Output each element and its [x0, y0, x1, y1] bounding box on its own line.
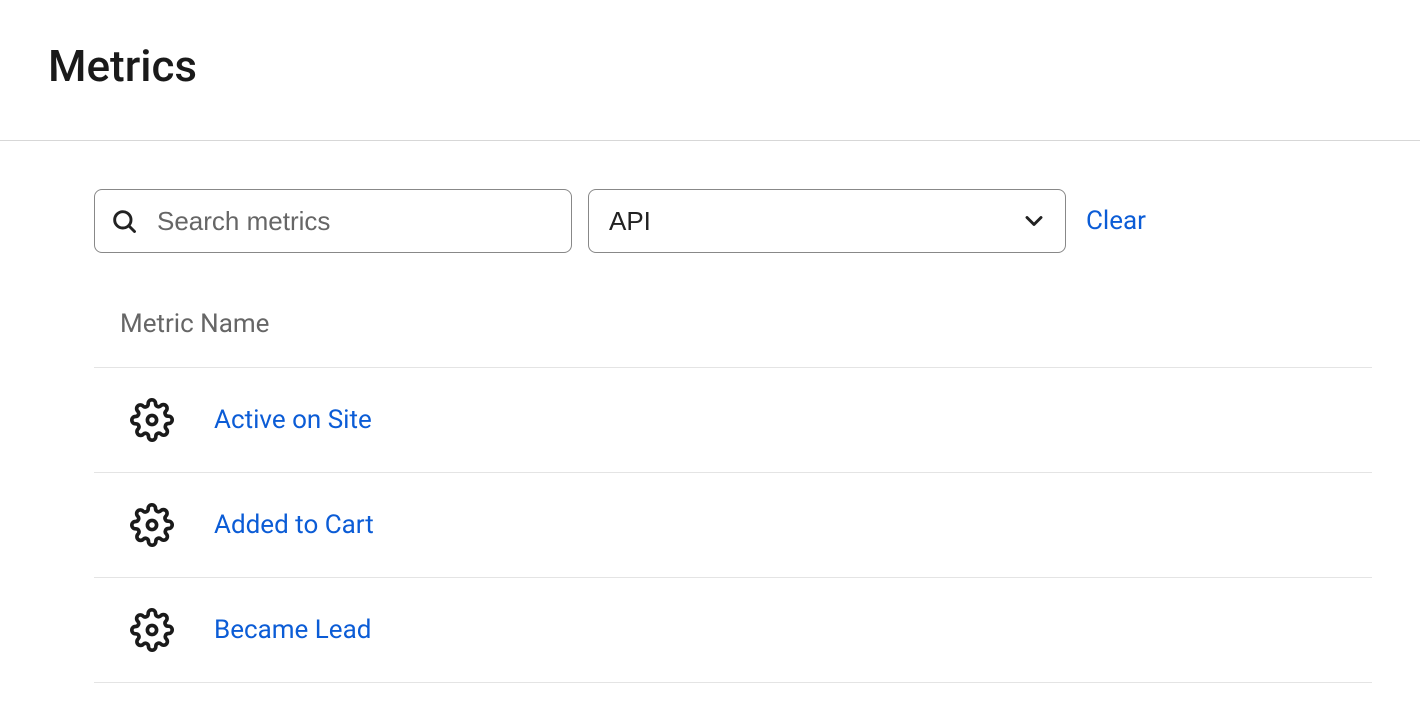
metric-link[interactable]: Active on Site: [214, 405, 372, 435]
gear-icon: [130, 608, 174, 652]
table-row: Active on Site: [94, 368, 1372, 473]
search-wrapper: [94, 189, 572, 253]
column-header-name: Metric Name: [120, 309, 269, 339]
table-row: Added to Cart: [94, 473, 1372, 578]
page-title: Metrics: [48, 40, 1372, 92]
content-area: API Clear Metric Name Active on Site: [0, 141, 1420, 683]
search-input[interactable]: [94, 189, 572, 253]
page-header: Metrics: [0, 0, 1420, 141]
clear-button[interactable]: Clear: [1086, 206, 1146, 236]
metric-link[interactable]: Became Lead: [214, 615, 371, 645]
gear-icon: [130, 398, 174, 442]
filter-select[interactable]: API: [588, 189, 1066, 253]
filter-select-wrapper: API: [588, 189, 1066, 253]
search-icon: [110, 207, 138, 235]
metric-link[interactable]: Added to Cart: [214, 510, 374, 540]
table-row: Became Lead: [94, 578, 1372, 683]
filter-bar: API Clear: [94, 189, 1372, 253]
table-header: Metric Name: [94, 309, 1372, 368]
gear-icon: [130, 503, 174, 547]
